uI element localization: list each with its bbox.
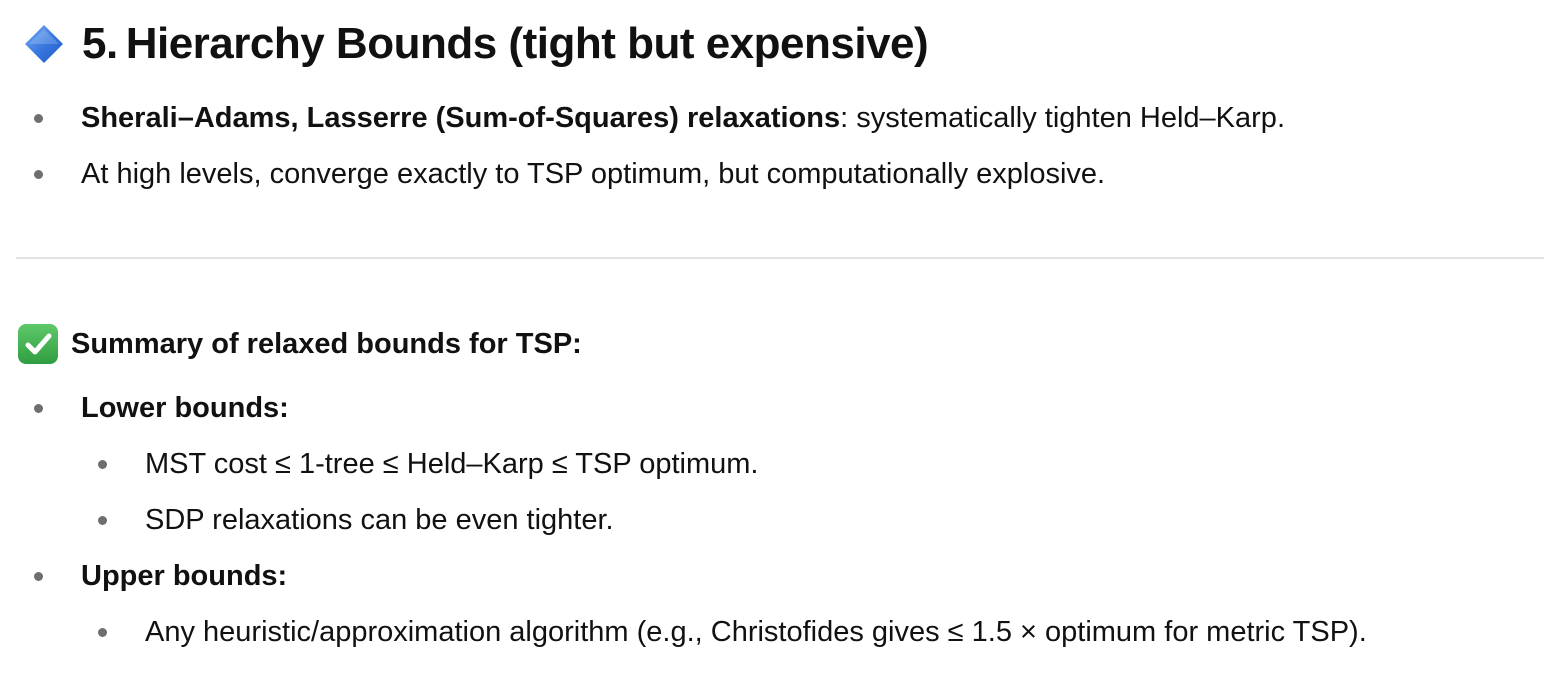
sub-list-item: SDP relaxations can be even tighter. bbox=[98, 500, 614, 540]
blue-diamond-icon bbox=[24, 24, 64, 64]
list-item: Lower bounds: bbox=[34, 388, 289, 428]
list-item: Sherali–Adams, Lasserre (Sum-of-Squares)… bbox=[34, 98, 1285, 138]
summary-heading: Summary of relaxed bounds for TSP: bbox=[18, 322, 582, 366]
bullet-icon bbox=[34, 404, 43, 413]
sub-list-item-text: MST cost ≤ 1-tree ≤ Held–Karp ≤ TSP opti… bbox=[145, 448, 759, 480]
bullet-icon bbox=[34, 572, 43, 581]
bullet-icon bbox=[98, 516, 107, 525]
bullet-icon bbox=[34, 170, 43, 179]
bullet-icon bbox=[98, 460, 107, 469]
bullet-icon bbox=[98, 628, 107, 637]
sub-list-item-text: SDP relaxations can be even tighter. bbox=[145, 504, 614, 536]
list-item: Upper bounds: bbox=[34, 556, 288, 596]
group-label-lower-bounds: Lower bounds: bbox=[81, 392, 289, 424]
list-item-text: At high levels, converge exactly to TSP … bbox=[81, 158, 1106, 190]
section-title: Hierarchy Bounds (tight but expensive) bbox=[125, 19, 929, 68]
list-item-bold: Sherali–Adams, Lasserre (Sum-of-Squares)… bbox=[81, 102, 841, 134]
summary-title: Summary of relaxed bounds for TSP: bbox=[71, 327, 582, 360]
section-heading: 5. Hierarchy Bounds (tight but expensive… bbox=[24, 14, 929, 74]
section-number: 5. bbox=[82, 19, 118, 68]
group-label-upper-bounds: Upper bounds: bbox=[81, 560, 288, 592]
sub-list-item: Any heuristic/approximation algorithm (e… bbox=[98, 612, 1367, 652]
list-item-text: : systematically tighten Held–Karp. bbox=[840, 102, 1285, 134]
sub-list-item-text: Any heuristic/approximation algorithm (e… bbox=[145, 616, 1367, 648]
check-mark-button-icon bbox=[18, 324, 58, 364]
list-item: At high levels, converge exactly to TSP … bbox=[34, 154, 1106, 194]
divider bbox=[16, 257, 1544, 259]
sub-list-item: MST cost ≤ 1-tree ≤ Held–Karp ≤ TSP opti… bbox=[98, 444, 759, 484]
bullet-icon bbox=[34, 114, 43, 123]
